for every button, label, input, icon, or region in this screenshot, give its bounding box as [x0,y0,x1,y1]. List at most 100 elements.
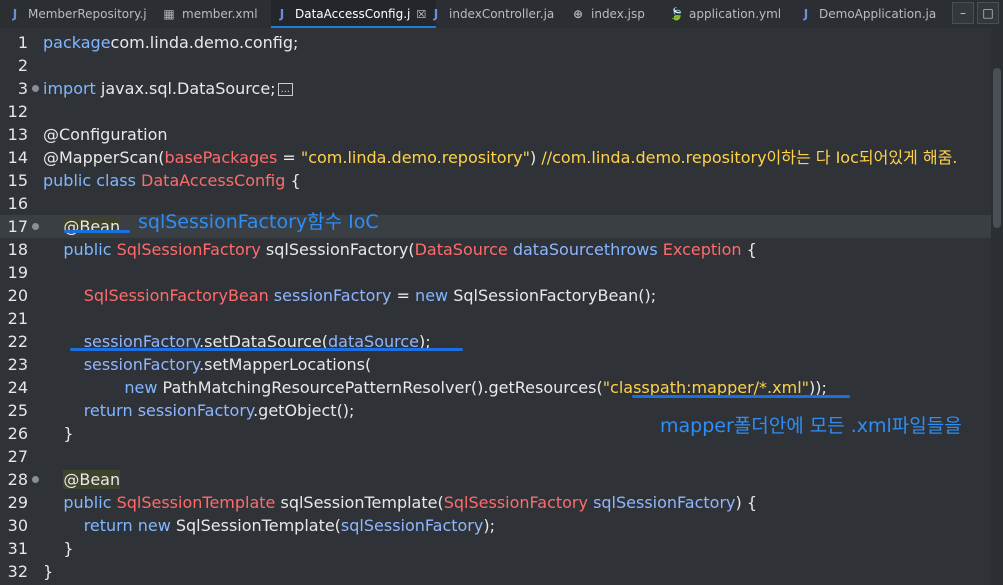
code-token: SqlSessionTemplate [116,493,276,512]
line-number: 30 [7,516,28,535]
file-type-icon: ▦ [163,7,175,21]
code-line[interactable]: 15 public class DataAccessConfig { [0,169,991,192]
code-token: { [285,171,301,190]
code-token: PathMatchingResourcePatternResolver().ge… [157,378,603,397]
code-line[interactable]: 13 @Configuration [0,123,991,146]
fold-toggle-icon[interactable] [32,85,39,92]
code-text: public class DataAccessConfig { [43,169,301,192]
code-token: dataSource [512,240,604,259]
line-number: 29 [7,493,28,512]
tab-label: DemoApplication.ja [819,7,937,21]
code-token: javax.sql.DataSource; [95,79,276,98]
maximize-button[interactable]: □ [977,2,999,24]
code-line[interactable]: 2 [0,54,991,77]
code-token: package [43,33,111,52]
code-token: new [124,378,158,397]
code-line[interactable]: 30 return new SqlSessionTemplate(sqlSess… [0,514,991,537]
code-token: return [83,516,133,535]
line-number: 1 [17,33,28,52]
tab-demoapplication-ja[interactable]: J DemoApplication.ja [795,0,946,28]
line-number: 3 [17,79,28,98]
line-number: 28 [7,470,28,489]
line-number: 18 [7,240,28,259]
code-line[interactable]: 3 import javax.sql.DataSource;... [0,77,991,100]
line-number: 23 [7,355,28,374]
code-token: @Configuration [43,125,168,144]
code-line[interactable]: 21 [0,307,991,330]
code-editor[interactable]: 1 packagecom.linda.demo.config; 2 3 import j… [0,28,991,585]
line-number: 2 [17,56,28,75]
code-text: } [43,537,73,560]
scrollbar-thumb[interactable] [993,68,1001,228]
minimize-button[interactable]: – [952,2,974,24]
vertical-scrollbar[interactable] [991,28,1003,585]
line-number: 26 [7,424,28,443]
code-line[interactable]: 31 } [0,537,991,560]
line-number: 19 [7,263,28,282]
code-token: SqlSessionFactoryBean(); [448,286,657,305]
mapper-annotation-note: mapper폴더안에 모든 .xml파일들을 [660,415,962,437]
code-line[interactable]: 19 [0,261,991,284]
tab-index-jsp[interactable]: ⊕ index.jsp [567,0,655,28]
datasource-underline [70,348,463,351]
collapsed-imports-button[interactable]: ... [277,83,294,96]
code-line[interactable]: 12 [0,100,991,123]
code-line[interactable]: 27 [0,445,991,468]
code-line[interactable]: 1 packagecom.linda.demo.config; [0,31,991,54]
code-line[interactable]: 29 public SqlSessionTemplate sqlSessionT… [0,491,991,514]
tab-memberrepository-j[interactable]: J MemberRepository.j [4,0,157,28]
tab-dataaccessconfig-j[interactable]: J DataAccessConfig.j ☒ [271,0,437,28]
tab-member-xml[interactable]: ▦ member.xml [158,0,268,28]
code-token: ); [483,516,495,535]
code-text: SqlSessionFactoryBean sessionFactory = n… [43,284,656,307]
code-line[interactable]: 20 SqlSessionFactoryBean sessionFactory … [0,284,991,307]
code-token: return [83,401,133,420]
code-text: } [43,560,53,583]
fold-toggle-icon[interactable] [32,223,39,230]
code-line[interactable]: 23 sessionFactory.setMapperLocations( [0,353,991,376]
code-token: @Bean [63,470,121,489]
code-line[interactable]: 28 @Bean [0,468,991,491]
editor-tab-bar: J MemberRepository.j ▦ member.xml J DataAcces… [0,0,1003,29]
code-token: import [43,79,96,98]
code-token: DataSource [414,240,508,259]
code-token: new [415,286,449,305]
tab-label: DataAccessConfig.j [295,7,411,21]
code-token: basePackages [164,148,278,167]
bean-annotation-note: sqlSessionFactory함수 IoC [138,211,379,233]
file-type-icon: ⊕ [572,7,584,21]
tab-label: indexController.ja [449,7,555,21]
fold-toggle-icon[interactable] [32,476,39,483]
line-number: 22 [7,332,28,351]
code-token: public [63,493,112,512]
code-token: } [43,424,74,443]
code-token: = [277,148,301,167]
line-number: 16 [7,194,28,213]
tab-indexcontroller-ja[interactable]: JindexController.ja [425,0,564,28]
line-number: 32 [7,562,28,581]
line-number: 21 [7,309,28,328]
tab-label: index.jsp [591,7,645,21]
file-type-icon: J [803,7,809,21]
code-line[interactable]: 32} [0,560,991,583]
line-number: 12 [7,102,28,121]
tab-application-yml[interactable]: 🍃 application.yml [665,0,791,28]
line-number: 17 [7,217,28,236]
code-line[interactable]: 18 public SqlSessionFactory sqlSessionFa… [0,238,991,261]
line-number: 25 [7,401,28,420]
code-line[interactable]: 14 @MapperScan(basePackages = "com.linda.… [0,146,991,169]
code-token: .setMapperLocations( [199,355,372,374]
code-token: DataAccessConfig [141,171,286,190]
line-number: 20 [7,286,28,305]
code-token: @MapperScan( [43,148,165,167]
code-token: sqlSessionFactory [593,493,736,512]
code-token: = [391,286,416,305]
code-token: sqlSessionFactory [340,516,484,535]
